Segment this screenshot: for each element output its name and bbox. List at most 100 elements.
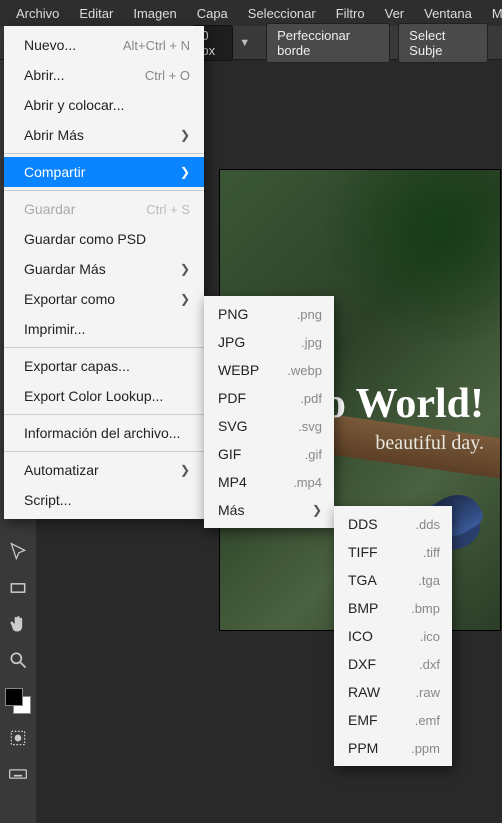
menu-item-label: Export Color Lookup... (24, 388, 163, 404)
menu-item-label: MP4 (218, 474, 247, 490)
file-menu-item[interactable]: Script... (4, 485, 204, 515)
menu-item-label: Abrir... (24, 67, 64, 83)
menu-item-label: Guardar Más (24, 261, 106, 277)
menu-item-shortcut: .bmp (411, 601, 440, 616)
menu-item-label: Exportar como (24, 291, 115, 307)
more-menu-item[interactable]: DXF .dxf (334, 650, 452, 678)
menu-item-label: PNG (218, 306, 248, 322)
file-menu-item[interactable]: Exportar como ❯ (4, 284, 204, 314)
menu-item-shortcut: .png (297, 307, 322, 322)
file-menu-item[interactable]: Información del archivo... (4, 418, 204, 448)
file-menu-item[interactable]: Abrir...Ctrl + O (4, 60, 204, 90)
menu-ventana[interactable]: Ventana (414, 2, 482, 25)
file-menu-separator (4, 347, 204, 348)
menu-editar[interactable]: Editar (69, 2, 123, 25)
export-menu-item[interactable]: GIF .gif (204, 440, 334, 468)
more-menu-item[interactable]: PPM.ppm (334, 734, 452, 762)
menu-item-shortcut: .dds (415, 517, 440, 532)
menu-item-label: GIF (218, 446, 241, 462)
submenu-arrow-icon: ❯ (180, 262, 190, 276)
menu-item-shortcut: .raw (415, 685, 440, 700)
menu-item-label: DDS (348, 516, 378, 532)
zoom-tool-icon[interactable] (6, 648, 30, 672)
file-menu-item[interactable]: Export Color Lookup... (4, 381, 204, 411)
more-menu-item[interactable]: TGA.tga (334, 566, 452, 594)
menu-item-shortcut: .gif (305, 447, 322, 462)
submenu-arrow-icon: ❯ (180, 165, 190, 179)
file-menu: Nuevo...Alt+Ctrl + NAbrir...Ctrl + OAbri… (4, 26, 204, 519)
file-menu-item[interactable]: Abrir Más ❯ (4, 120, 204, 150)
menu-item-label: Más (218, 502, 244, 518)
menu-item-shortcut: .dxf (419, 657, 440, 672)
export-menu-item[interactable]: Más ❯ (204, 496, 334, 524)
select-subject-button[interactable]: Select Subje (398, 23, 488, 63)
export-as-submenu: PNG.pngJPG.jpgWEBP.webpPDF.pdfSVG.svgGIF… (204, 296, 334, 528)
menu-ver[interactable]: Ver (375, 2, 415, 25)
file-menu-item[interactable]: Compartir ❯ (4, 157, 204, 187)
more-menu-item[interactable]: TIFF.tiff (334, 538, 452, 566)
export-menu-item[interactable]: SVG.svg (204, 412, 334, 440)
submenu-arrow-icon: ❯ (180, 463, 190, 477)
file-menu-item[interactable]: Imprimir... (4, 314, 204, 344)
path-select-tool-icon[interactable] (6, 540, 30, 564)
file-menu-item[interactable]: Nuevo...Alt+Ctrl + N (4, 30, 204, 60)
menu-item-shortcut: Ctrl + S (146, 202, 190, 217)
menu-item-label: Información del archivo... (24, 425, 180, 441)
menu-item-label: Automatizar (24, 462, 99, 478)
menu-item-label: TGA (348, 572, 377, 588)
menu-item-label: Script... (24, 492, 71, 508)
file-menu-item[interactable]: Automatizar ❯ (4, 455, 204, 485)
refine-edge-button[interactable]: Perfeccionar borde (266, 23, 390, 63)
menu-item-shortcut: .ico (420, 629, 440, 644)
file-menu-item[interactable]: Guardar Más ❯ (4, 254, 204, 284)
submenu-arrow-icon: ❯ (312, 503, 322, 517)
export-menu-item[interactable]: WEBP.webp (204, 356, 334, 384)
file-menu-separator (4, 153, 204, 154)
menu-item-shortcut: .tiff (423, 545, 440, 560)
export-menu-item[interactable]: JPG.jpg (204, 328, 334, 356)
submenu-arrow-icon: ❯ (180, 128, 190, 142)
canvas-heading: lo World! (313, 380, 484, 428)
menu-item-shortcut: .svg (298, 419, 322, 434)
menu-mas[interactable]: Más (482, 2, 502, 25)
menu-item-shortcut: .emf (415, 713, 440, 728)
file-menu-item[interactable]: Guardar como PSD (4, 224, 204, 254)
menu-item-label: Abrir Más (24, 127, 84, 143)
more-menu-item[interactable]: EMF.emf (334, 706, 452, 734)
menu-imagen[interactable]: Imagen (123, 2, 186, 25)
pine-foliage (320, 170, 500, 350)
export-menu-item[interactable]: PDF.pdf (204, 384, 334, 412)
export-menu-item[interactable]: PNG .png (204, 300, 334, 328)
more-menu-item[interactable]: BMP .bmp (334, 594, 452, 622)
submenu-arrow-icon: ❯ (180, 292, 190, 306)
menu-item-label: Imprimir... (24, 321, 85, 337)
export-menu-item[interactable]: MP4.mp4 (204, 468, 334, 496)
menu-item-label: WEBP (218, 362, 259, 378)
menu-item-label: JPG (218, 334, 245, 350)
menu-item-shortcut: Alt+Ctrl + N (123, 38, 190, 53)
rectangle-tool-icon[interactable] (6, 576, 30, 600)
keyboard-icon[interactable] (6, 762, 30, 786)
menu-filtro[interactable]: Filtro (326, 2, 375, 25)
more-menu-item[interactable]: DDS .dds (334, 510, 452, 538)
menu-item-label: Exportar capas... (24, 358, 130, 374)
dropdown-triangle-icon[interactable]: ▼ (239, 37, 250, 49)
menu-archivo[interactable]: Archivo (6, 2, 69, 25)
hand-tool-icon[interactable] (6, 612, 30, 636)
menu-item-label: Compartir (24, 164, 85, 180)
menu-capa[interactable]: Capa (187, 2, 238, 25)
menu-item-label: BMP (348, 600, 378, 616)
more-menu-item[interactable]: ICO .ico (334, 622, 452, 650)
color-swatches[interactable] (5, 688, 31, 714)
file-menu-item[interactable]: Abrir y colocar... (4, 90, 204, 120)
quick-mask-icon[interactable] (6, 726, 30, 750)
menu-item-label: Abrir y colocar... (24, 97, 124, 113)
more-menu-item[interactable]: RAW .raw (334, 678, 452, 706)
menu-item-label: ICO (348, 628, 373, 644)
file-menu-separator (4, 451, 204, 452)
menu-item-label: RAW (348, 684, 380, 700)
file-menu-separator (4, 414, 204, 415)
menu-item-label: DXF (348, 656, 376, 672)
file-menu-item[interactable]: Exportar capas... (4, 351, 204, 381)
menu-seleccionar[interactable]: Seleccionar (238, 2, 326, 25)
